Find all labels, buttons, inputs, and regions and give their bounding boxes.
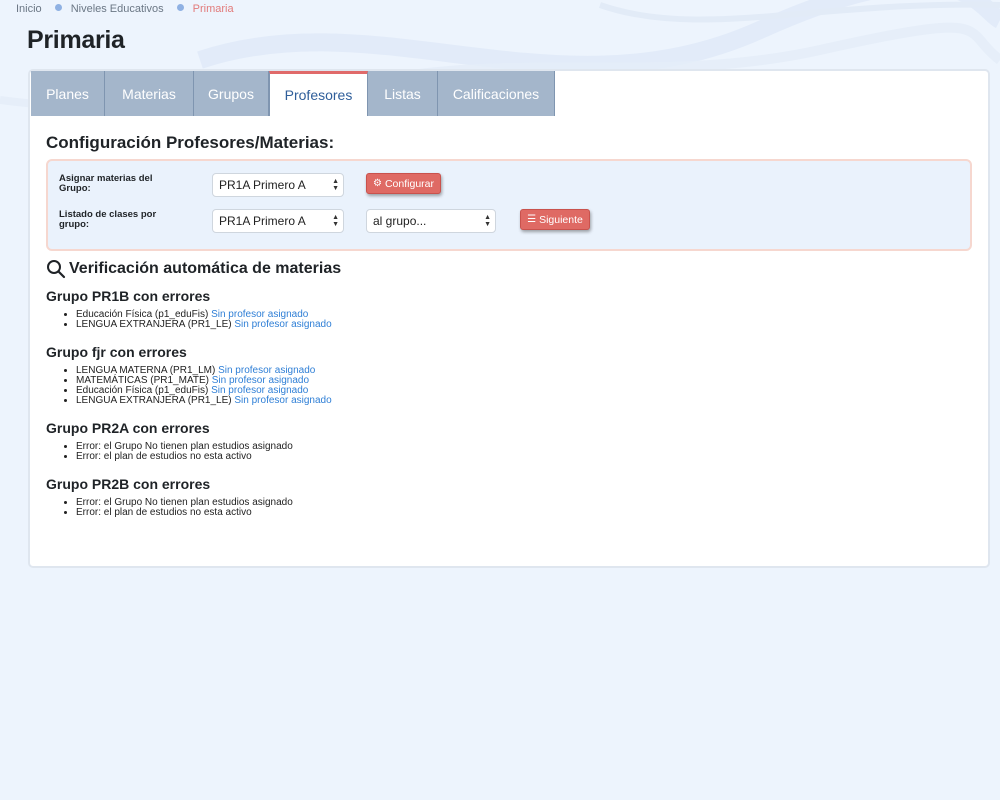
tab-calificaciones[interactable]: Calificaciones	[438, 71, 555, 116]
assign-group-select[interactable]: PR1A Primero A ▲ ▼	[212, 173, 344, 197]
no-teacher-link[interactable]: Sin profesor asignado	[234, 395, 331, 406]
error-group-title: Grupo PR2A con errores	[46, 420, 210, 436]
error-list: Error: el Grupo No tienen plan estudios …	[46, 442, 293, 462]
error-group-title: Grupo PR2B con errores	[46, 476, 211, 492]
tab-grupos[interactable]: Grupos	[194, 71, 269, 116]
tab-materias[interactable]: Materias	[105, 71, 194, 116]
error-group: Grupo PR2A con errores Error: el Grupo N…	[46, 420, 293, 462]
breadcrumb-current: Primaria	[192, 3, 234, 15]
breadcrumb-separator-icon	[176, 3, 184, 11]
list-item: LENGUA EXTRANJERA (PR1_LE) Sin profesor …	[76, 396, 332, 406]
select-arrows-icon: ▲ ▼	[332, 178, 339, 192]
next-button[interactable]: ☰ Siguiente	[520, 209, 590, 230]
list-icon: ☰	[527, 214, 537, 225]
error-group: Grupo fjr con errores LENGUA MATERNA (PR…	[46, 344, 332, 406]
target-group-select-value: al grupo...	[373, 214, 427, 228]
error-list: Error: el Grupo No tienen plan estudios …	[46, 498, 293, 518]
tab-bar: Planes Materias Grupos Profesores Listas…	[31, 71, 555, 116]
item-text: LENGUA EXTRANJERA (PR1_LE)	[76, 319, 232, 330]
class-list-group-select-value: PR1A Primero A	[219, 214, 306, 228]
error-list: Educación Física (p1_eduFis) Sin profeso…	[46, 310, 332, 330]
error-group-title: Grupo fjr con errores	[46, 344, 187, 360]
tab-planes[interactable]: Planes	[31, 71, 105, 116]
verification-title-text: Verificación automática de materias	[69, 260, 342, 277]
no-teacher-link[interactable]: Sin profesor asignado	[234, 319, 331, 330]
list-item: Error: el plan de estudios no esta activ…	[76, 508, 293, 518]
page-title: Primaria	[27, 26, 125, 54]
class-list-label: Listado de clases por grupo:	[59, 209, 157, 230]
select-arrows-icon: ▲ ▼	[484, 214, 491, 228]
next-button-label: Siguiente	[539, 213, 583, 226]
verification-title: Verificación automática de materias	[46, 259, 341, 279]
breadcrumb-separator-icon	[54, 3, 62, 11]
search-icon	[47, 260, 66, 279]
main-panel: Planes Materias Grupos Profesores Listas…	[28, 69, 990, 568]
breadcrumb: Inicio Niveles Educativos Primaria	[16, 3, 234, 15]
target-group-select[interactable]: al grupo... ▲ ▼	[366, 209, 496, 233]
error-group: Grupo PR2B con errores Error: el Grupo N…	[46, 476, 293, 518]
tab-profesores[interactable]: Profesores	[269, 71, 368, 116]
class-list-group-select[interactable]: PR1A Primero A ▲ ▼	[212, 209, 344, 233]
list-item: LENGUA EXTRANJERA (PR1_LE) Sin profesor …	[76, 320, 332, 330]
assign-subjects-label: Asignar materias del Grupo:	[59, 173, 153, 194]
select-arrows-icon: ▲ ▼	[332, 214, 339, 228]
breadcrumb-niveles-educativos[interactable]: Niveles Educativos	[71, 3, 164, 15]
tab-listas[interactable]: Listas	[368, 71, 438, 116]
config-box: Asignar materias del Grupo: PR1A Primero…	[46, 159, 972, 251]
error-list: LENGUA MATERNA (PR1_LM) Sin profesor asi…	[46, 366, 332, 406]
list-item: Error: el plan de estudios no esta activ…	[76, 452, 293, 462]
assign-group-select-value: PR1A Primero A	[219, 178, 306, 192]
breadcrumb-inicio[interactable]: Inicio	[16, 3, 42, 15]
gear-icon: ⚙	[373, 178, 382, 189]
configure-button-label: Configurar	[384, 177, 434, 190]
item-text: LENGUA EXTRANJERA (PR1_LE)	[76, 395, 232, 406]
config-title: Configuración Profesores/Materias:	[46, 133, 335, 152]
configure-button[interactable]: ⚙ Configurar	[366, 173, 441, 194]
error-group: Grupo PR1B con errores Educación Física …	[46, 288, 332, 330]
error-group-title: Grupo PR1B con errores	[46, 288, 211, 304]
